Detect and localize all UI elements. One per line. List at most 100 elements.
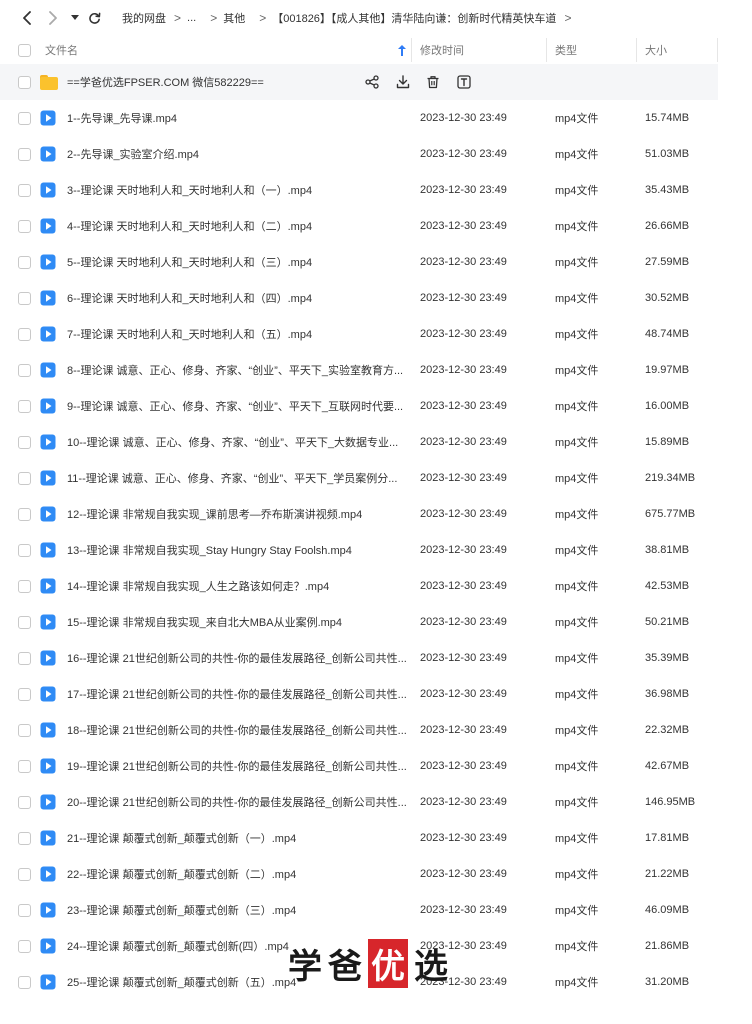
file-name[interactable]: 19--理论课 21世纪创新公司的共性-你的最佳发展路径_创新公司共性... [67,748,407,784]
file-row[interactable]: 7--理论课 天时地利人和_天时地利人和（五）.mp4 2023-12-30 23… [0,316,718,352]
row-checkbox[interactable] [18,712,31,748]
row-checkbox[interactable] [18,748,31,784]
file-row[interactable]: 15--理论课 非常规自我实现_来自北大MBA从业案例.mp4 2023-12-3… [0,604,718,640]
breadcrumb-folder-other[interactable]: 其他 [223,10,245,26]
row-checkbox[interactable] [18,532,31,568]
file-name[interactable]: 23--理论课 颠覆式创新_颠覆式创新（三）.mp4 [67,892,296,928]
row-checkbox[interactable] [18,280,31,316]
file-name[interactable]: 11--理论课 诚意、正心、修身、齐家、“创业”、平天下_学员案例分... [67,460,397,496]
row-checkbox[interactable] [18,640,31,676]
delete-button[interactable] [425,74,441,90]
file-row[interactable]: 8--理论课 诚意、正心、修身、齐家、“创业”、平天下_实验室教育方... 202… [0,352,718,388]
row-checkbox[interactable] [18,496,31,532]
row-checkbox[interactable] [18,568,31,604]
video-file-icon [40,496,56,532]
file-row[interactable]: 18--理论课 21世纪创新公司的共性-你的最佳发展路径_创新公司共性... 20… [0,712,718,748]
file-name[interactable]: 1--先导课_先导课.mp4 [67,100,177,136]
file-row[interactable]: 4--理论课 天时地利人和_天时地利人和（二）.mp4 2023-12-30 23… [0,208,718,244]
file-name[interactable]: 14--理论课 非常规自我实现_人生之路该如何走？.mp4 [67,568,329,604]
file-row[interactable]: 12--理论课 非常规自我实现_课前思考—乔布斯演讲视频.mp4 2023-12-… [0,496,718,532]
folder-name[interactable]: ==学爸优选FPSER.COM 微信582229== [67,64,264,100]
file-name[interactable]: 8--理论课 诚意、正心、修身、齐家、“创业”、平天下_实验室教育方... [67,352,403,388]
download-button[interactable] [395,74,411,90]
file-name[interactable]: 20--理论课 21世纪创新公司的共性-你的最佳发展路径_创新公司共性... [67,784,407,820]
history-dropdown-button[interactable] [68,8,82,28]
column-header-size[interactable]: 大小 [645,36,667,64]
row-checkbox[interactable] [18,352,31,388]
file-name[interactable]: 15--理论课 非常规自我实现_来自北大MBA从业案例.mp4 [67,604,342,640]
row-checkbox[interactable] [18,100,31,136]
file-row[interactable]: 21--理论课 颠覆式创新_颠覆式创新（一）.mp4 2023-12-30 23:… [0,820,718,856]
file-name[interactable]: 6--理论课 天时地利人和_天时地利人和（四）.mp4 [67,280,312,316]
row-checkbox[interactable] [18,172,31,208]
share-button[interactable] [364,74,380,90]
file-name[interactable]: 17--理论课 21世纪创新公司的共性-你的最佳发展路径_创新公司共性... [67,676,407,712]
file-name[interactable]: 21--理论课 颠覆式创新_颠覆式创新（一）.mp4 [67,820,296,856]
row-checkbox[interactable] [18,784,31,820]
file-name[interactable]: 13--理论课 非常规自我实现_Stay Hungry Stay Foolsh.… [67,532,352,568]
row-checkbox[interactable] [18,928,31,964]
refresh-button[interactable] [86,8,102,28]
file-row[interactable]: 6--理论课 天时地利人和_天时地利人和（四）.mp4 2023-12-30 23… [0,280,718,316]
breadcrumb-current-folder[interactable]: 【001826】【成人其他】清华陆向谦：创新时代精英快车道 [272,10,556,26]
row-checkbox[interactable] [18,676,31,712]
row-checkbox[interactable] [18,244,31,280]
video-file-icon [40,136,56,172]
watermark-text-2: 选 [414,946,454,987]
row-checkbox[interactable] [18,820,31,856]
file-name[interactable]: 3--理论课 天时地利人和_天时地利人和（一）.mp4 [67,172,312,208]
file-name[interactable]: 25--理论课 颠覆式创新_颠覆式创新（五）.mp4 [67,964,296,1000]
file-row[interactable]: 10--理论课 诚意、正心、修身、齐家、“创业”、平天下_大数据专业... 202… [0,424,718,460]
row-checkbox[interactable] [18,460,31,496]
file-name[interactable]: 9--理论课 诚意、正心、修身、齐家、“创业”、平天下_互联网时代要... [67,388,403,424]
select-all-checkbox[interactable] [18,36,31,64]
file-row[interactable]: 16--理论课 21世纪创新公司的共性-你的最佳发展路径_创新公司共性... 20… [0,640,718,676]
file-name[interactable]: 22--理论课 颠覆式创新_颠覆式创新（二）.mp4 [67,856,296,892]
file-row[interactable]: 1--先导课_先导课.mp4 2023-12-30 23:49 mp4文件 15.74… [0,100,718,136]
file-row[interactable]: 14--理论课 非常规自我实现_人生之路该如何走？.mp4 2023-12-30 … [0,568,718,604]
row-checkbox[interactable] [18,208,31,244]
video-file-icon [40,100,56,136]
file-name[interactable]: 4--理论课 天时地利人和_天时地利人和（二）.mp4 [67,208,312,244]
folder-row[interactable]: ==学爸优选FPSER.COM 微信582229== [0,64,718,100]
video-file-icon [40,244,56,280]
file-name[interactable]: 16--理论课 21世纪创新公司的共性-你的最佳发展路径_创新公司共性... [67,640,407,676]
rename-button[interactable] [456,74,472,90]
back-button[interactable] [18,8,36,28]
row-checkbox[interactable] [18,424,31,460]
file-row[interactable]: 20--理论课 21世纪创新公司的共性-你的最佳发展路径_创新公司共性... 20… [0,784,718,820]
file-name[interactable]: 18--理论课 21世纪创新公司的共性-你的最佳发展路径_创新公司共性... [67,712,407,748]
file-name[interactable]: 24--理论课 颠覆式创新_颠覆式创新(四）.mp4 [67,928,289,964]
file-row[interactable]: 2--先导课_实验室介绍.mp4 2023-12-30 23:49 mp4文件 51.… [0,136,718,172]
file-row[interactable]: 11--理论课 诚意、正心、修身、齐家、“创业”、平天下_学员案例分... 202… [0,460,718,496]
file-row[interactable]: 22--理论课 颠覆式创新_颠覆式创新（二）.mp4 2023-12-30 23:… [0,856,718,892]
sort-ascending-icon[interactable] [398,36,406,64]
row-checkbox[interactable] [18,856,31,892]
file-row[interactable]: 9--理论课 诚意、正心、修身、齐家、“创业”、平天下_互联网时代要... 202… [0,388,718,424]
file-name[interactable]: 12--理论课 非常规自我实现_课前思考—乔布斯演讲视频.mp4 [67,496,362,532]
file-name[interactable]: 10--理论课 诚意、正心、修身、齐家、“创业”、平天下_大数据专业... [67,424,398,460]
file-row[interactable]: 17--理论课 21世纪创新公司的共性-你的最佳发展路径_创新公司共性... 20… [0,676,718,712]
row-checkbox[interactable] [18,64,31,100]
row-checkbox[interactable] [18,316,31,352]
file-size: 26.66MB [645,220,690,232]
row-checkbox[interactable] [18,388,31,424]
file-row[interactable]: 5--理论课 天时地利人和_天时地利人和（三）.mp4 2023-12-30 23… [0,244,718,280]
file-name[interactable]: 5--理论课 天时地利人和_天时地利人和（三）.mp4 [67,244,312,280]
file-row[interactable]: 3--理论课 天时地利人和_天时地利人和（一）.mp4 2023-12-30 23… [0,172,718,208]
file-name[interactable]: 7--理论课 天时地利人和_天时地利人和（五）.mp4 [67,316,312,352]
file-row[interactable]: 19--理论课 21世纪创新公司的共性-你的最佳发展路径_创新公司共性... 20… [0,748,718,784]
breadcrumb-root[interactable]: 我的网盘 [122,10,166,26]
file-row[interactable]: 13--理论课 非常规自我实现_Stay Hungry Stay Foolsh.… [0,532,718,568]
column-header-name[interactable]: 文件名 [45,36,78,64]
row-checkbox[interactable] [18,604,31,640]
column-header-modified[interactable]: 修改时间 [420,36,464,64]
forward-button[interactable] [44,8,62,28]
file-name[interactable]: 2--先导课_实验室介绍.mp4 [67,136,199,172]
file-row[interactable]: 23--理论课 颠覆式创新_颠覆式创新（三）.mp4 2023-12-30 23:… [0,892,718,928]
row-checkbox[interactable] [18,964,31,1000]
row-checkbox[interactable] [18,892,31,928]
breadcrumb-ellipsis[interactable]: ... [187,12,196,24]
row-checkbox[interactable] [18,136,31,172]
column-header-type[interactable]: 类型 [555,36,577,64]
